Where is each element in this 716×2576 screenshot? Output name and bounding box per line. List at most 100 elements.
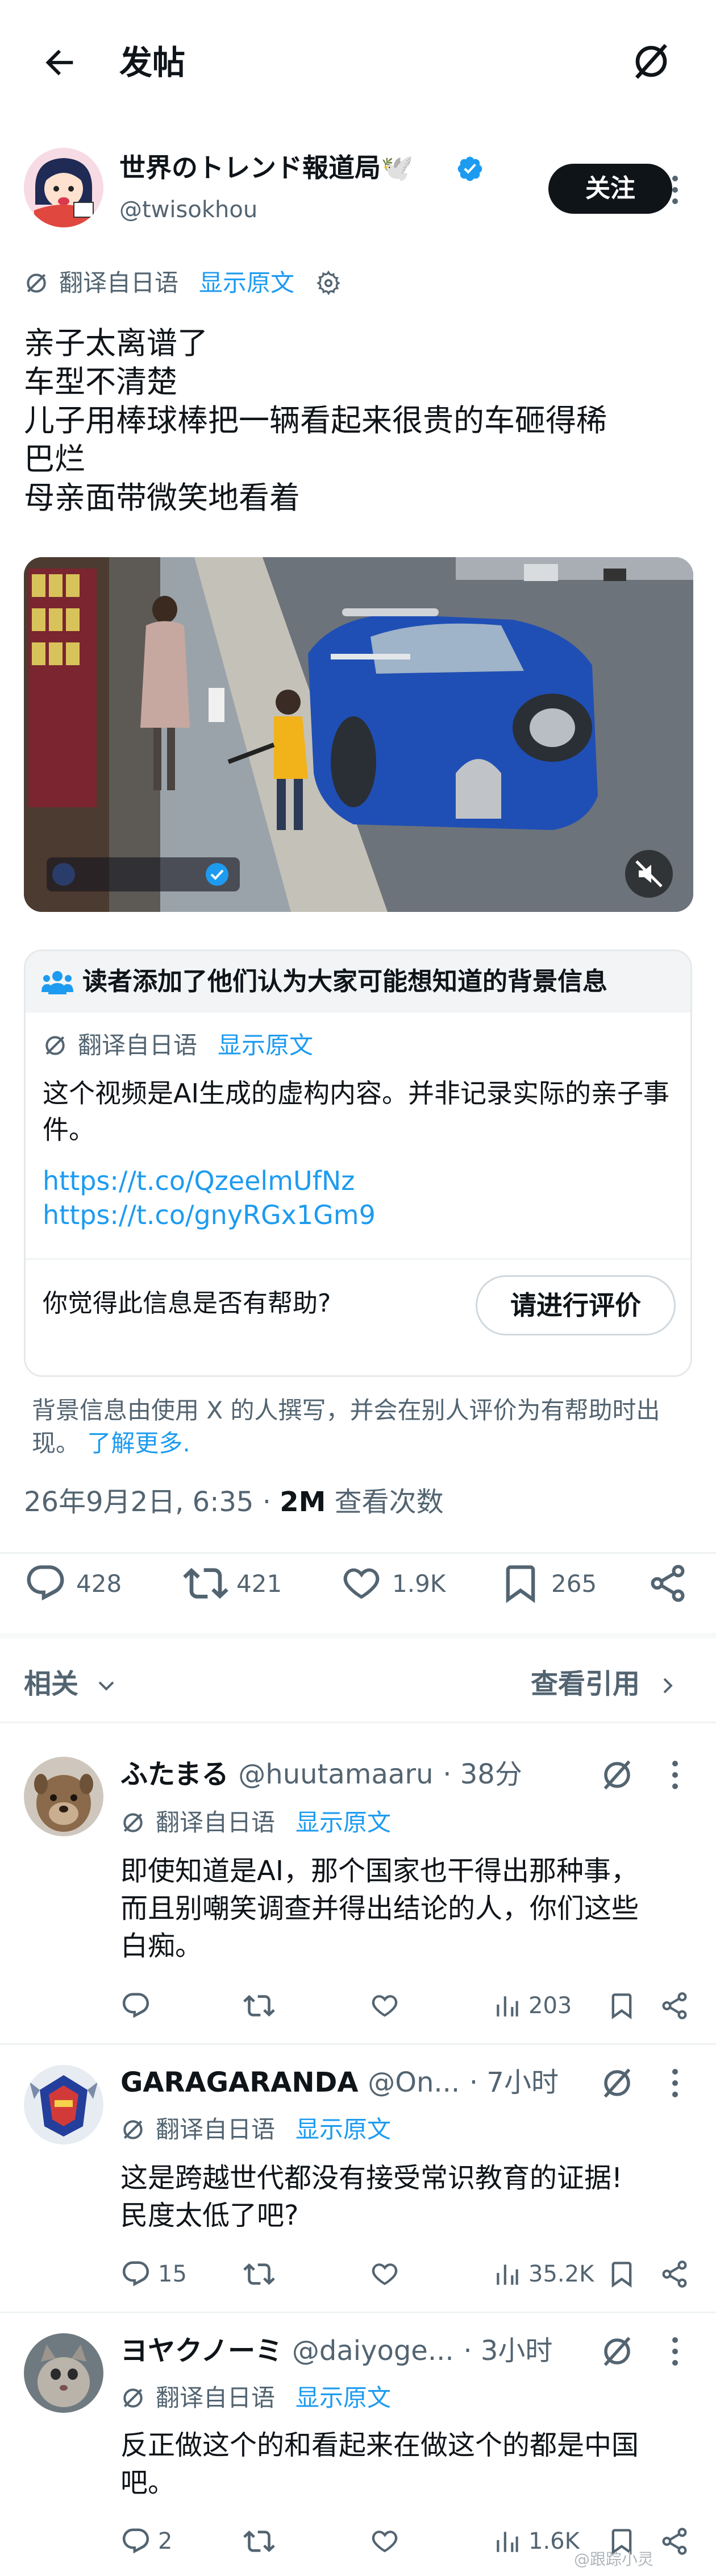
views-action[interactable]: 1.6K	[493, 2524, 580, 2558]
reply-avatar[interactable]	[24, 2065, 103, 2144]
note-source-link[interactable]: https://t.co/gnyRGx1Gm9	[43, 1198, 376, 1232]
post-text-line: 车型不清楚	[24, 364, 177, 400]
grok-icon[interactable]	[600, 1758, 634, 1792]
reply-author[interactable]: ふたまる @huutamaaru · 38分	[120, 1757, 522, 1792]
reply-count: 15	[158, 2261, 187, 2287]
more-options-icon[interactable]	[669, 2066, 681, 2102]
translation-row: 翻译自日语 显示原文	[24, 267, 342, 299]
people-icon	[41, 969, 73, 995]
reply-icon	[122, 2528, 149, 2554]
reply-text-line: 白痴。	[120, 1930, 203, 1962]
more-options-icon[interactable]	[669, 2334, 681, 2371]
reply-text: 这是跨越世代都没有接受常识教育的证据! 民度太低了吧?	[120, 2159, 689, 2234]
post-video[interactable]	[24, 557, 693, 912]
more-options-icon[interactable]	[669, 1758, 681, 1794]
reply-author-handle[interactable]: @On...	[368, 2067, 460, 2098]
views-count: 1.6K	[528, 2528, 580, 2554]
view-quotes-label: 查看引用	[531, 1668, 640, 1700]
divider	[0, 1722, 716, 1723]
reply-text-line: 反正做这个的和看起来在做这个的都是中国	[120, 2429, 639, 2461]
reply-action[interactable]: 15	[120, 2257, 187, 2291]
reply-author-name[interactable]: GARAGARANDA	[120, 2067, 358, 2098]
reply-author[interactable]: GARAGARANDA @On... · 7小时	[120, 2065, 559, 2100]
mute-button[interactable]	[625, 850, 673, 898]
author-avatar[interactable]	[24, 148, 103, 227]
views-action[interactable]: 203	[493, 1989, 572, 2023]
bookmark-icon[interactable]	[607, 2257, 636, 2291]
reply-action[interactable]: 428	[24, 1561, 122, 1606]
reply-text-line: 吧。	[120, 2467, 176, 2499]
like-action[interactable]: 1.9K	[340, 1561, 446, 1606]
views-action[interactable]: 35.2K	[493, 2257, 594, 2291]
reply-text-line: 民度太低了吧?	[120, 2200, 299, 2231]
reply-action[interactable]: 2	[120, 2524, 172, 2558]
translate-icon	[120, 2117, 145, 2142]
reply-author-name[interactable]: ふたまる	[120, 1758, 229, 1790]
repost-icon[interactable]	[243, 1989, 275, 2023]
heart-icon[interactable]	[369, 2524, 400, 2558]
show-original-link[interactable]: 显示原文	[295, 2114, 391, 2146]
reply-time[interactable]: · 3小时	[463, 2335, 552, 2367]
reply-icon	[27, 1565, 64, 1601]
reply-text-line: 即使知道是AI，那个国家也干得出那种事，	[120, 1855, 638, 1887]
community-note-header: 读者添加了他们认为大家可能想知道的背景信息	[26, 951, 690, 1013]
reply-translation-row: 翻译自日语 显示原文	[120, 2382, 391, 2414]
analytics-icon	[497, 2532, 518, 2552]
divider	[0, 1552, 716, 1554]
divider	[0, 2043, 716, 2045]
views-label: 查看次数	[326, 1486, 444, 1518]
heart-icon[interactable]	[369, 2257, 400, 2291]
show-original-link[interactable]: 显示原文	[218, 1030, 313, 1061]
grok-icon[interactable]	[600, 2334, 634, 2368]
translated-label: 翻译自日语	[156, 2115, 276, 2143]
chevron-down-icon	[98, 1681, 114, 1691]
repost-action[interactable]: 421	[183, 1561, 282, 1606]
share-icon[interactable]	[659, 2524, 690, 2558]
note-source-link[interactable]: https://t.co/QzeelmUfNz	[43, 1164, 355, 1198]
verified-badge-icon	[456, 155, 484, 183]
share-icon[interactable]	[659, 2257, 690, 2291]
divider	[0, 2312, 716, 2313]
analytics-icon	[497, 2264, 518, 2285]
share-icon[interactable]	[659, 1989, 690, 2023]
reply-time[interactable]: · 38分	[443, 1758, 522, 1790]
author-handle[interactable]: @twisokhou	[119, 195, 257, 225]
author-name[interactable]: 世界のトレンド報道局🕊️	[119, 151, 413, 185]
reply-author-handle[interactable]: @daiyoge...	[292, 2335, 454, 2367]
repost-icon[interactable]	[243, 2524, 275, 2558]
reply-avatar[interactable]	[24, 2333, 103, 2413]
gear-icon[interactable]	[315, 269, 342, 297]
community-note-footer: 背景信息由使用 X 的人撰写，并会在别人评价为有帮助时出现。 了解更多.	[32, 1394, 674, 1460]
repost-icon[interactable]	[243, 2257, 275, 2291]
bookmark-action[interactable]: 265	[499, 1561, 597, 1606]
reply-author-name[interactable]: ヨヤクノーミ	[120, 2335, 282, 2367]
bookmark-icon[interactable]	[607, 1989, 636, 2023]
top-bar: 发帖	[0, 0, 716, 125]
show-original-link[interactable]: 显示原文	[295, 2382, 391, 2414]
reply-avatar[interactable]	[24, 1757, 103, 1836]
reply-count: 428	[76, 1569, 122, 1598]
learn-more-link[interactable]: 了解更多.	[87, 1429, 190, 1457]
views-count: 35.2K	[528, 2261, 594, 2287]
reply-author[interactable]: ヨヤクノーミ @daiyoge... · 3小时	[120, 2333, 552, 2368]
rate-button[interactable]: 请进行评价	[476, 1275, 676, 1335]
follow-button[interactable]: 关注	[548, 164, 672, 214]
grok-icon[interactable]	[600, 2066, 634, 2100]
share-icon[interactable]	[647, 1561, 689, 1606]
grok-icon[interactable]	[631, 41, 672, 82]
show-original-link[interactable]: 显示原文	[295, 1807, 391, 1839]
post-timestamp[interactable]: 26年9月2日, 6:35 ·	[24, 1486, 280, 1518]
page-title: 发帖	[119, 43, 186, 82]
show-original-link[interactable]: 显示原文	[199, 267, 294, 299]
reply-action[interactable]	[120, 1989, 151, 2023]
post-meta: 26年9月2日, 6:35 · 2M 查看次数	[24, 1484, 444, 1520]
repost-count: 421	[236, 1569, 282, 1598]
heart-icon[interactable]	[369, 1989, 400, 2023]
reply-author-handle[interactable]: @huutamaaru	[238, 1758, 433, 1790]
reply-time[interactable]: · 7小时	[469, 2067, 559, 2098]
more-options-icon[interactable]	[669, 172, 681, 208]
arrow-left-icon[interactable]	[40, 43, 80, 82]
view-quotes-button[interactable]: 查看引用	[531, 1666, 678, 1702]
related-sort-button[interactable]: 相关	[24, 1666, 116, 1702]
section-divider	[0, 1633, 716, 1638]
